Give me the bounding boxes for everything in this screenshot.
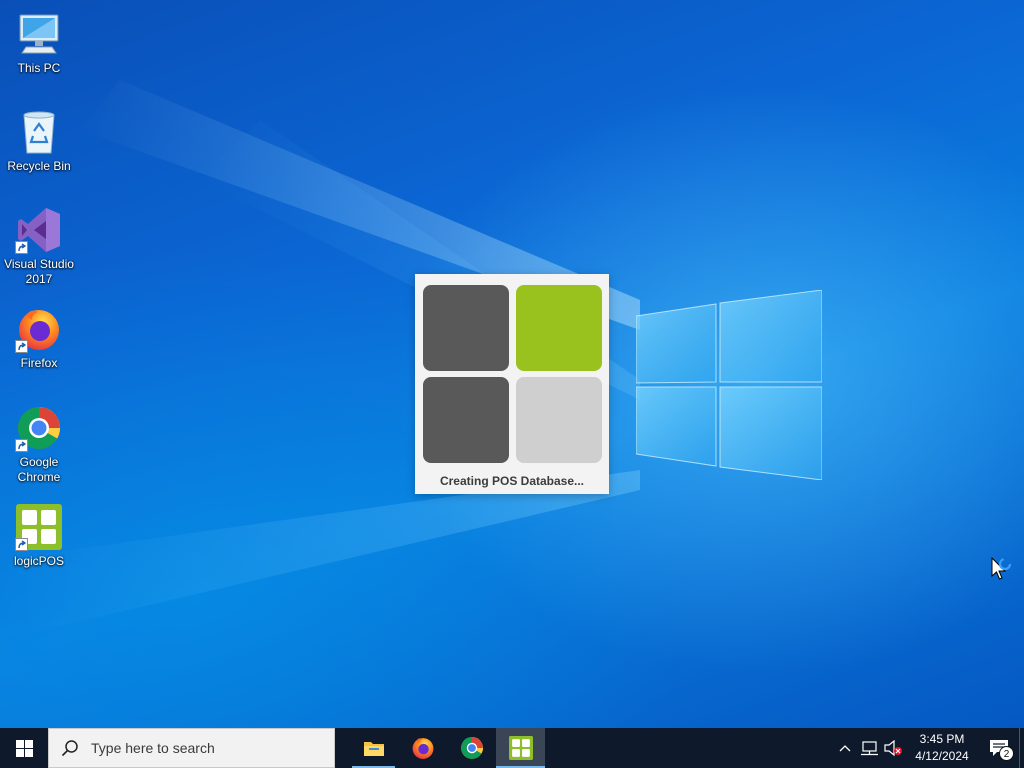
- action-center-button[interactable]: 2: [979, 728, 1019, 768]
- splash-logo-tile: [516, 377, 602, 463]
- chrome-icon: [460, 737, 483, 759]
- chrome-icon: [15, 404, 63, 452]
- network-icon: [861, 741, 878, 756]
- recycle-bin-icon: [15, 108, 63, 156]
- logicpos-icon: [15, 503, 63, 551]
- windows-logo-wallpaper: [636, 290, 822, 480]
- splash-logo-tile: [423, 377, 509, 463]
- logicpos-splash-screen: Creating POS Database...: [415, 274, 609, 494]
- desktop-icon-recycle-bin[interactable]: Recycle Bin: [2, 108, 76, 174]
- notification-count-badge: 2: [999, 746, 1014, 761]
- desktop-icon-label: Recycle Bin: [7, 159, 71, 173]
- splash-status-text: Creating POS Database...: [439, 474, 585, 488]
- desktop-icon-firefox[interactable]: Firefox: [2, 305, 76, 371]
- splash-logo-tile: [516, 285, 602, 371]
- visual-studio-icon: [15, 206, 63, 254]
- splash-logo-tile: [423, 285, 509, 371]
- windows-start-icon: [15, 739, 33, 757]
- desktop-icon-label: logicPOS: [13, 554, 65, 568]
- show-desktop-button[interactable]: [1019, 728, 1024, 768]
- volume-muted-icon: [884, 740, 902, 756]
- desktop-icon-google-chrome[interactable]: Google Chrome: [2, 404, 76, 485]
- search-placeholder: Type here to search: [91, 740, 215, 756]
- network-button[interactable]: [857, 728, 881, 768]
- shortcut-arrow-icon: [15, 439, 28, 452]
- search-icon: [61, 740, 78, 757]
- shortcut-arrow-icon: [15, 241, 28, 254]
- show-hidden-icons-button[interactable]: [833, 728, 857, 768]
- desktop-icon-label: This PC: [17, 61, 61, 75]
- start-button[interactable]: [0, 728, 48, 768]
- volume-button[interactable]: [881, 728, 905, 768]
- taskbar-search-box[interactable]: Type here to search: [48, 728, 335, 768]
- desktop: This PC Recycle Bin Visual Studio 2017 F…: [0, 0, 1024, 728]
- desktop-icon-label: Visual Studio 2017: [4, 257, 74, 286]
- taskbar-clock[interactable]: 3:45 PM 4/12/2024: [905, 728, 979, 768]
- folder-icon: [363, 742, 384, 756]
- busy-cursor-icon: [991, 557, 1012, 580]
- taskbar: Type here to search 3:45 PM 4/12/2024 2: [0, 728, 1024, 768]
- desktop-icon-label: Firefox: [20, 356, 58, 370]
- clock-date: 4/12/2024: [915, 749, 969, 763]
- taskbar-app-firefox[interactable]: [398, 728, 447, 768]
- chevron-up-icon: [839, 745, 851, 752]
- desktop-icon-label: Google Chrome: [17, 455, 61, 484]
- firefox-icon: [412, 738, 433, 759]
- desktop-icon-logicpos[interactable]: logicPOS: [2, 503, 76, 569]
- system-tray: 3:45 PM 4/12/2024 2: [833, 728, 1024, 768]
- shortcut-arrow-icon: [15, 340, 28, 353]
- logicpos-icon: [508, 736, 533, 760]
- clock-time: 3:45 PM: [919, 732, 965, 746]
- taskbar-app-file-explorer[interactable]: [349, 728, 398, 768]
- desktop-icon-this-pc[interactable]: This PC: [2, 10, 76, 76]
- this-pc-icon: [15, 10, 63, 58]
- desktop-icon-visual-studio[interactable]: Visual Studio 2017: [2, 206, 76, 287]
- taskbar-app-logicpos[interactable]: [496, 728, 545, 768]
- firefox-icon: [15, 305, 63, 353]
- taskbar-app-google-chrome[interactable]: [447, 728, 496, 768]
- shortcut-arrow-icon: [15, 538, 28, 551]
